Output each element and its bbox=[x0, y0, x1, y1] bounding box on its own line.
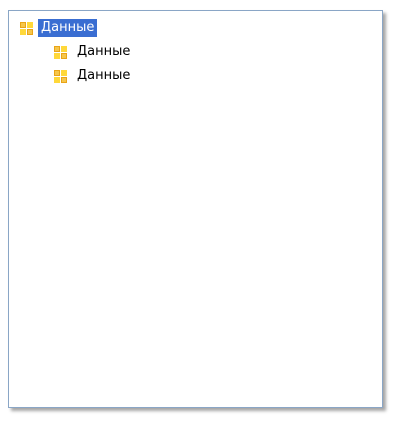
tree-node-label[interactable]: Данные bbox=[74, 43, 133, 61]
tree-node-label[interactable]: Данные bbox=[74, 67, 133, 85]
tree-view[interactable]: Данные Данные Данные bbox=[8, 10, 383, 408]
grid-icon bbox=[54, 45, 67, 59]
tree-node-child[interactable]: Данные bbox=[54, 42, 133, 62]
grid-icon bbox=[54, 69, 67, 83]
grid-icon bbox=[20, 21, 33, 35]
tree-node-child[interactable]: Данные bbox=[54, 66, 133, 86]
tree-node-label[interactable]: Данные bbox=[38, 19, 98, 37]
tree-node-root[interactable]: Данные bbox=[20, 18, 98, 38]
